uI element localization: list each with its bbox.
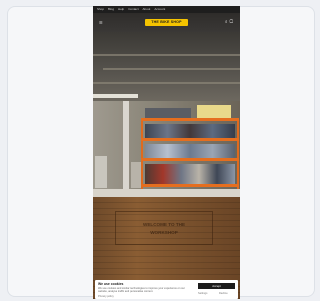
shelf-goods xyxy=(145,164,235,184)
rack-shelf xyxy=(141,118,239,121)
nav-link-about[interactable]: About xyxy=(143,6,151,13)
machine xyxy=(131,162,141,188)
counter-top xyxy=(93,189,240,197)
rack-post xyxy=(237,118,239,194)
ceiling-beam xyxy=(93,54,240,56)
sign-line: WELCOME TO THE xyxy=(142,221,186,227)
menu-icon[interactable]: ☰ xyxy=(99,20,103,25)
rack-post xyxy=(141,118,143,194)
counter-sign: WELCOME TO THE WORKSHOP xyxy=(115,211,213,245)
top-nav: Shop Blog Help Contact About Account xyxy=(93,6,240,13)
ceiling-beam xyxy=(103,68,240,70)
nav-link-blog[interactable]: Blog xyxy=(108,6,114,13)
website-screenshot: Shop Blog Help Contact About Account ☰ T… xyxy=(93,6,240,299)
cart-icon[interactable]: ▢ xyxy=(230,19,235,24)
privacy-policy-link[interactable]: Privacy policy xyxy=(98,295,114,298)
pillar xyxy=(123,101,129,196)
shelf-goods xyxy=(145,108,191,118)
cookie-text: We use cookies and similar technologies … xyxy=(98,287,185,294)
decline-cookies-link[interactable]: Decline xyxy=(219,292,228,295)
header-icons: ⌕▢ xyxy=(225,19,235,24)
ceiling-beam xyxy=(93,82,240,84)
sign-line: WORKSHOP xyxy=(150,229,178,235)
ceiling-light xyxy=(93,94,138,98)
nav-link-account[interactable]: Account xyxy=(154,6,165,13)
boxes xyxy=(197,105,231,118)
shelf-goods xyxy=(145,144,235,158)
shelf-goods xyxy=(145,124,235,138)
nav-link-contact[interactable]: Contact xyxy=(128,6,138,13)
rack-shelf xyxy=(141,184,239,187)
site-logo[interactable]: THE BIKE SHOP xyxy=(145,19,188,26)
nav-link-help[interactable]: Help xyxy=(118,6,124,13)
nav-link-shop[interactable]: Shop xyxy=(97,6,104,13)
cookie-title: We use cookies xyxy=(98,282,124,286)
cookie-settings-link[interactable]: Settings xyxy=(198,292,207,295)
rack-shelf xyxy=(141,138,239,141)
rack-shelf xyxy=(141,158,239,161)
accept-cookies-button[interactable]: Accept xyxy=(198,283,235,289)
machine xyxy=(95,156,107,188)
cookie-banner: We use cookies We use cookies and simila… xyxy=(95,280,238,299)
